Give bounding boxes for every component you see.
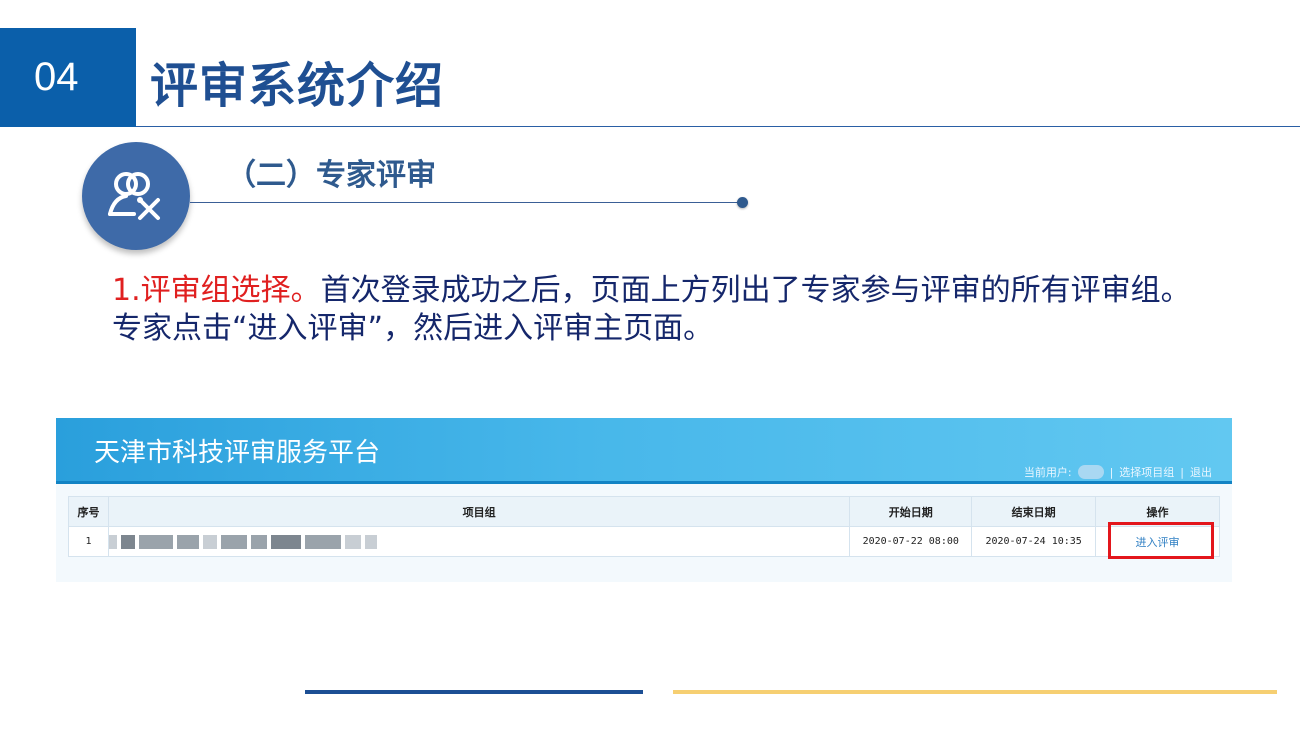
step-label: 1.评审组选择。 <box>112 273 321 308</box>
platform-header: 天津市科技评审服务平台 当前用户: | 选择项目组 | 退出 <box>56 418 1232 484</box>
review-group-table: 序号 项目组 开始日期 结束日期 操作 1 2020-07-22 08:00 2… <box>68 496 1220 557</box>
row-index: 1 <box>68 526 109 557</box>
row-end-date: 2020-07-24 10:35 <box>971 526 1097 557</box>
bottom-yellow-line <box>673 690 1277 694</box>
current-user-label: 当前用户: <box>1023 466 1072 479</box>
table-row: 1 2020-07-22 08:00 2020-07-24 10:35 进入评审 <box>68 526 1220 557</box>
row-group-name-blurred <box>107 526 851 557</box>
col-index: 序号 <box>68 496 109 527</box>
system-screenshot: 天津市科技评审服务平台 当前用户: | 选择项目组 | 退出 序号 项目组 开始… <box>56 418 1232 582</box>
separator: | <box>1180 465 1184 479</box>
platform-title: 天津市科技评审服务平台 <box>94 438 381 468</box>
bottom-blue-line <box>305 690 643 694</box>
col-group: 项目组 <box>107 496 851 527</box>
page-title: 评审系统介绍 <box>150 58 445 114</box>
section-badge <box>82 142 190 250</box>
section-number: 04 <box>0 28 136 127</box>
current-user-name-blurred <box>1077 465 1104 479</box>
logout-link[interactable]: 退出 <box>1190 464 1212 480</box>
expert-tools-icon <box>108 172 160 220</box>
col-start-date: 开始日期 <box>849 496 973 527</box>
header-divider <box>136 126 1300 127</box>
description-paragraph: 1.评审组选择。首次登录成功之后，页面上方列出了专家参与评审的所有评审组。专家点… <box>112 272 1212 348</box>
col-end-date: 结束日期 <box>971 496 1097 527</box>
divider-dot <box>737 197 748 208</box>
subtitle-divider <box>190 202 742 203</box>
table-header-row: 序号 项目组 开始日期 结束日期 操作 <box>68 496 1220 527</box>
section-subtitle: （二）专家评审 <box>226 158 436 193</box>
row-start-date: 2020-07-22 08:00 <box>849 526 973 557</box>
separator: | <box>1109 465 1114 479</box>
user-bar: 当前用户: | 选择项目组 | 退出 <box>1024 464 1212 480</box>
select-group-link[interactable]: 选择项目组 <box>1119 464 1174 480</box>
highlight-box <box>1108 522 1214 559</box>
